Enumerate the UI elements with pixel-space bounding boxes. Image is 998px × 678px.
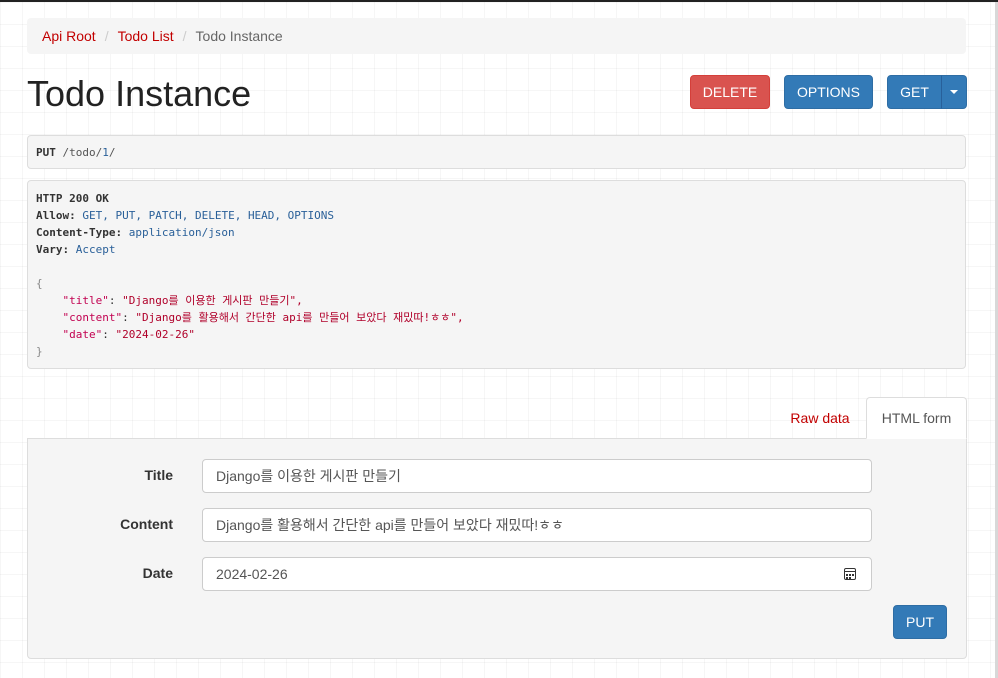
response-info: HTTP 200 OK Allow: GET, PUT, PATCH, DELE…: [27, 180, 966, 369]
breadcrumb-current: Todo Instance: [195, 28, 283, 44]
json-value: "2024-02-26": [115, 328, 195, 341]
html-form-panel: Title Django를 이용한 게시판 만들기 Content Django…: [27, 438, 967, 659]
breadcrumb-separator: /: [182, 28, 187, 44]
options-button[interactable]: OPTIONS: [784, 75, 873, 109]
response-status: HTTP 200 OK: [36, 192, 109, 205]
json-close-brace: }: [36, 345, 43, 358]
response-header-value: GET, PUT, PATCH, DELETE, HEAD, OPTIONS: [82, 209, 335, 222]
chevron-down-icon: [950, 90, 958, 94]
request-path-prefix: /todo/: [62, 146, 103, 159]
title-label: Title: [144, 467, 173, 483]
tab-raw-data[interactable]: Raw data: [777, 398, 863, 438]
title-input[interactable]: Django를 이용한 게시판 만들기: [202, 459, 872, 493]
tab-html-form[interactable]: HTML form: [866, 397, 967, 439]
calendar-icon[interactable]: [844, 568, 856, 580]
date-input[interactable]: 2024-02-26: [202, 557, 872, 591]
request-path-suffix: /: [108, 146, 116, 159]
json-value: "Django를 활용해서 간단한 api를 만들어 보았다 재밌따!ㅎㅎ",: [135, 311, 464, 324]
json-value: "Django를 이용한 게시판 만들기",: [122, 294, 303, 307]
date-label: Date: [142, 565, 173, 581]
breadcrumb: Api Root / Todo List / Todo Instance: [27, 18, 966, 54]
title-input-value: Django를 이용한 게시판 만들기: [216, 468, 401, 484]
json-open-brace: {: [36, 277, 43, 290]
breadcrumb-link-api-root[interactable]: Api Root: [42, 28, 96, 44]
content-input-value: Django를 활용해서 간단한 api를 만들어 보았다 재밌따!ㅎㅎ: [216, 517, 564, 533]
request-info: PUT /todo/1/: [27, 135, 966, 169]
put-button[interactable]: PUT: [893, 605, 947, 639]
content-label: Content: [120, 516, 173, 532]
request-method: PUT: [36, 146, 56, 159]
get-format-dropdown-toggle[interactable]: [941, 75, 967, 109]
page-title: Todo Instance: [27, 73, 252, 114]
request-path-id: 1: [102, 146, 109, 159]
response-header-value: Accept: [75, 243, 116, 256]
json-key: "content": [62, 311, 123, 324]
date-input-value: 2024-02-26: [216, 566, 288, 582]
delete-button[interactable]: DELETE: [690, 75, 770, 109]
response-header-value: application/json: [128, 226, 235, 239]
json-key: "title": [62, 294, 109, 307]
json-key: "date": [62, 328, 103, 341]
breadcrumb-link-todo-list[interactable]: Todo List: [118, 28, 174, 44]
response-header-key: Allow:: [36, 209, 76, 222]
get-button[interactable]: GET: [887, 75, 942, 109]
breadcrumb-separator: /: [104, 28, 109, 44]
response-header-key: Vary:: [36, 243, 70, 256]
content-input[interactable]: Django를 활용해서 간단한 api를 만들어 보았다 재밌따!ㅎㅎ: [202, 508, 872, 542]
response-header-key: Content-Type:: [36, 226, 123, 239]
page: Api Root / Todo List / Todo Instance Tod…: [0, 0, 998, 678]
